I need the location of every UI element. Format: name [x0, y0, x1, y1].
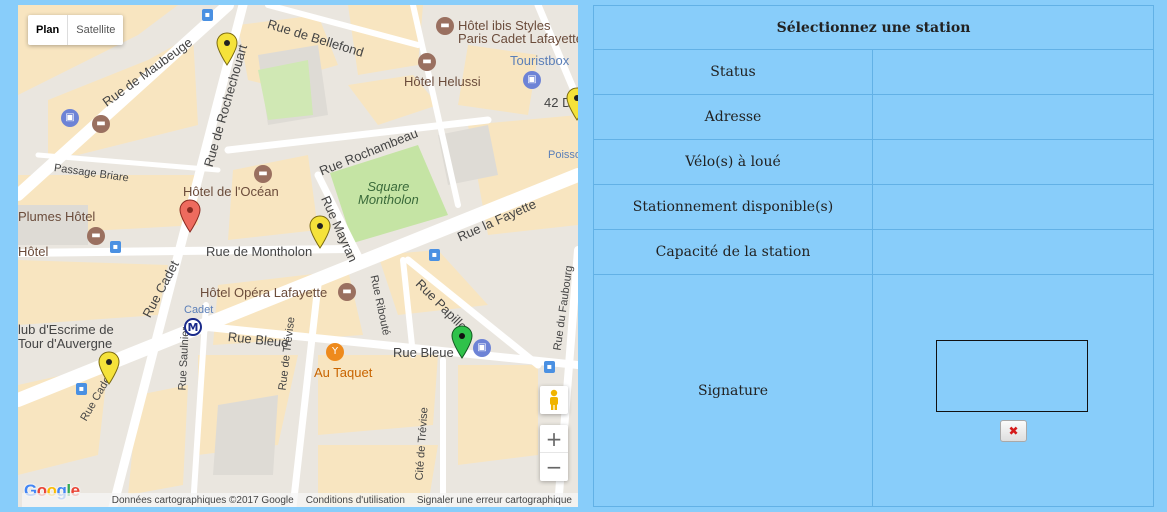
- station-marker-yellow[interactable]: [309, 215, 331, 249]
- hotel-icon[interactable]: ▬: [418, 53, 436, 71]
- station-marker-yellow[interactable]: [98, 351, 120, 385]
- zoom-in-button[interactable]: +: [540, 425, 568, 453]
- station-map[interactable]: Rue de Bellefond Rue de Maubeuge Rue de …: [18, 5, 578, 507]
- place-label: Hôtel ibis Styles Paris Cadet Lafayette: [458, 18, 578, 46]
- hotel-icon[interactable]: ▬: [338, 283, 356, 301]
- street-label: Rue Bleue: [393, 345, 454, 360]
- place-label: lub d'Escrime de: [18, 322, 114, 337]
- bus-stop-icon[interactable]: ▪: [110, 241, 121, 253]
- parking-available-value: [872, 184, 1154, 230]
- map-attribution: Données cartographiques ©2017 Google Con…: [21, 493, 578, 507]
- place-label: Poisso: [548, 149, 578, 161]
- bus-stop-icon[interactable]: ▪: [429, 249, 440, 261]
- metro-icon[interactable]: M: [184, 318, 202, 336]
- place-label: Plumes Hôtel: [18, 209, 96, 224]
- map-type-satellite-button[interactable]: Satellite: [68, 15, 123, 45]
- street-view-pegman-icon[interactable]: [540, 386, 568, 414]
- bus-stop-icon[interactable]: ▪: [202, 9, 213, 21]
- place-label: Cadet: [184, 304, 214, 316]
- zoom-out-button[interactable]: −: [540, 453, 568, 481]
- parking-available-label: Stationnement disponible(s): [593, 184, 873, 230]
- place-label: Au Taquet: [314, 365, 373, 380]
- place-label: Touristbox: [510, 53, 570, 68]
- map-type-plan-button[interactable]: Plan: [28, 15, 69, 45]
- place-label: Tour d'Auvergne: [18, 336, 113, 351]
- hotel-icon[interactable]: ▬: [254, 165, 272, 183]
- bikes-available-label: Vélo(s) à loué: [593, 139, 873, 185]
- signature-canvas[interactable]: [936, 339, 1088, 412]
- station-table-header: Sélectionnez une station: [593, 5, 1154, 50]
- map-type-control: Plan Satellite: [28, 15, 124, 45]
- bar-icon[interactable]: Y: [326, 343, 344, 361]
- status-value: [872, 49, 1154, 95]
- bikes-available-value: [872, 139, 1154, 185]
- status-label: Status: [593, 49, 873, 95]
- station-info-table: Sélectionnez une station Status Adresse …: [593, 5, 1154, 507]
- close-icon: ✖: [1008, 423, 1019, 438]
- place-label: Hôtel: [18, 244, 49, 259]
- station-marker-green[interactable]: [451, 325, 473, 359]
- shopping-icon[interactable]: ▣: [523, 71, 541, 89]
- station-marker-yellow[interactable]: [216, 32, 238, 66]
- address-label: Adresse: [593, 94, 873, 140]
- station-marker-yellow[interactable]: [566, 87, 578, 121]
- terms-of-use-link[interactable]: Conditions d'utilisation: [306, 495, 405, 506]
- park-label: Square Montholon: [358, 179, 419, 207]
- station-capacity-label: Capacité de la station: [593, 229, 873, 275]
- hotel-icon[interactable]: ▬: [436, 17, 454, 35]
- shopping-icon[interactable]: ▣: [473, 339, 491, 357]
- bus-stop-icon[interactable]: ▪: [76, 383, 87, 395]
- zoom-control: + −: [540, 425, 568, 481]
- map-data-credit: Données cartographiques ©2017 Google: [111, 494, 294, 506]
- hotel-icon[interactable]: ▬: [92, 115, 110, 133]
- place-label: Hôtel de l'Océan: [183, 184, 279, 199]
- place-label: Hôtel Helussi: [404, 74, 481, 89]
- bus-stop-icon[interactable]: ▪: [544, 361, 555, 373]
- hotel-icon[interactable]: ▬: [87, 227, 105, 245]
- report-map-error-link[interactable]: Signaler une erreur cartographique: [417, 495, 572, 506]
- address-value: [872, 94, 1154, 140]
- signature-cell: ✖: [872, 274, 1154, 507]
- signature-label: Signature: [593, 274, 873, 507]
- station-capacity-value: [872, 229, 1154, 275]
- station-marker-red[interactable]: [179, 199, 201, 233]
- shopping-icon[interactable]: ▣: [61, 109, 79, 127]
- clear-signature-button[interactable]: ✖: [1000, 419, 1027, 442]
- place-label: Hôtel Opéra Lafayette: [200, 285, 328, 300]
- street-label: Rue de Montholon: [206, 244, 313, 259]
